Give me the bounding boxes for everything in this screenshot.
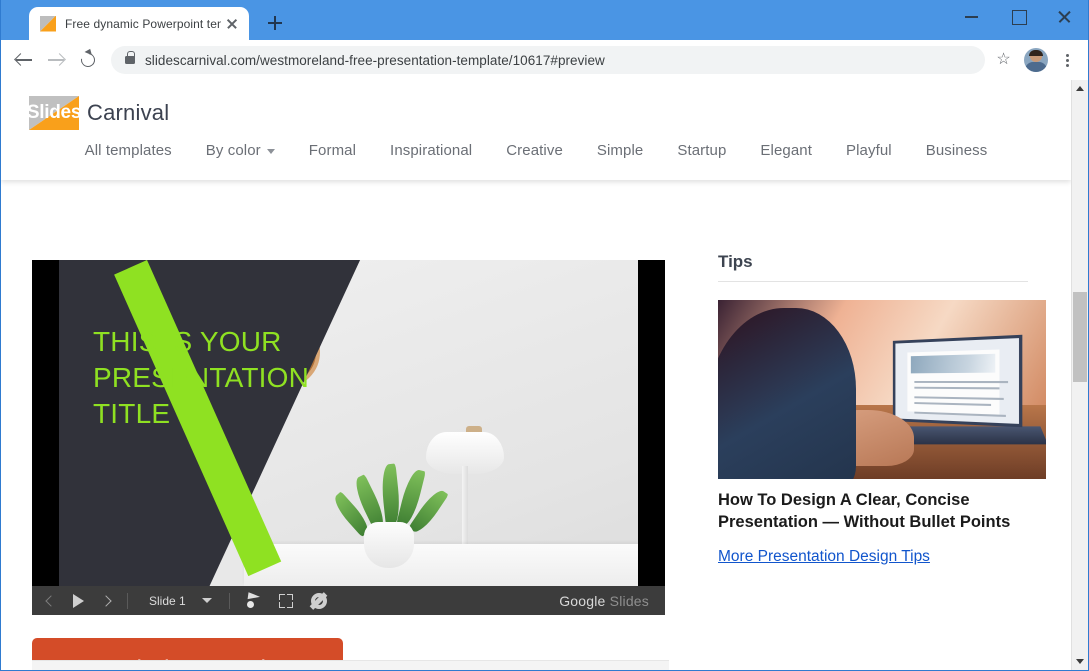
url-text: slidescarnival.com/westmoreland-free-pre… — [145, 52, 605, 68]
gear-icon — [310, 592, 327, 609]
nav-label: Elegant — [760, 142, 812, 159]
close-icon[interactable] — [223, 15, 241, 33]
nav-label: By color — [205, 142, 261, 159]
divider — [228, 592, 230, 609]
back-button[interactable] — [9, 45, 39, 75]
slide-selector[interactable]: Slide 1 — [136, 586, 221, 615]
browser-titlebar: Free dynamic Powerpoint templa — [1, 0, 1088, 40]
nav-item-simple[interactable]: Simple — [580, 136, 660, 165]
close-icon[interactable] — [1042, 0, 1088, 32]
slide-canvas: THIS IS YOUR PRESENTATION TITLE — [59, 260, 638, 586]
site-logo[interactable]: Slides Carnival — [29, 96, 169, 130]
nav-item-all-templates[interactable]: All templates — [68, 136, 189, 165]
page-scrollbar[interactable] — [1071, 80, 1088, 670]
nav-item-startup[interactable]: Startup — [660, 136, 743, 165]
nav-item-playful[interactable]: Playful — [829, 136, 909, 165]
bookmark-star-icon[interactable]: ☆ — [995, 52, 1012, 68]
page-viewport: Slides Carnival All templates By color F… — [1, 80, 1088, 670]
person — [718, 308, 856, 479]
nav-label: Inspirational — [390, 142, 473, 159]
reload-icon — [78, 50, 98, 70]
slide-title: THIS IS YOUR PRESENTATION TITLE — [93, 326, 310, 429]
scroll-down-arrow-icon[interactable] — [1072, 653, 1088, 670]
potted-plant — [364, 522, 415, 568]
nav-item-inspirational[interactable]: Inspirational — [373, 136, 489, 165]
more-design-tips-link[interactable]: More Presentation Design Tips — [718, 548, 930, 566]
logo-mark-text: Slides — [29, 102, 79, 123]
previous-slide-button[interactable] — [38, 586, 64, 615]
play-icon — [73, 593, 84, 608]
tab-title: Free dynamic Powerpoint templa — [65, 16, 221, 31]
sidebar-heading: Tips — [718, 252, 753, 271]
player-controls: Slide 1 Google Slides — [32, 586, 665, 615]
laptop-screen — [892, 334, 1023, 428]
nav-item-elegant[interactable]: Elegant — [743, 136, 829, 165]
brand-google: Google — [559, 592, 606, 609]
browser-tab[interactable]: Free dynamic Powerpoint templa — [29, 7, 249, 40]
nav-label: Business — [925, 142, 988, 159]
forward-arrow-icon — [41, 45, 71, 75]
tab-strip: Free dynamic Powerpoint templa — [1, 0, 289, 40]
maximize-icon[interactable] — [996, 0, 1042, 32]
minimize-icon[interactable] — [950, 0, 996, 32]
chevron-down-icon — [266, 148, 275, 154]
browser-toolbar: slidescarnival.com/westmoreland-free-pre… — [1, 40, 1088, 80]
nav-label: Simple — [596, 142, 644, 159]
nav-item-by-color[interactable]: By color — [189, 136, 292, 165]
chevron-down-icon — [201, 598, 212, 603]
slidescarnival-logo-icon: Slides — [29, 96, 79, 130]
address-bar[interactable]: slidescarnival.com/westmoreland-free-pre… — [111, 46, 985, 74]
nav-label: All templates — [84, 142, 172, 159]
back-arrow-icon — [9, 45, 39, 75]
nav-label: Creative — [506, 142, 563, 159]
new-tab-button[interactable] — [261, 9, 289, 37]
main-content: THIS IS YOUR PRESENTATION TITLE Slide 1 — [1, 180, 1071, 670]
slide-number-label: Slide 1 — [149, 593, 186, 608]
site-header: Slides Carnival All templates By color F… — [1, 80, 1071, 180]
nav-item-formal[interactable]: Formal — [292, 136, 373, 165]
nav-item-creative[interactable]: Creative — [489, 136, 580, 165]
fullscreen-icon — [278, 593, 293, 608]
laser-pointer-icon — [246, 593, 261, 608]
article-title[interactable]: How To Design A Clear, Concise Presentat… — [718, 490, 1036, 534]
scrollbar-thumb[interactable] — [1073, 292, 1087, 382]
avatar[interactable] — [1024, 48, 1048, 72]
site-nav: All templates By color Formal Inspiratio… — [1, 136, 1071, 165]
fullscreen-button[interactable] — [270, 586, 302, 615]
settings-button[interactable] — [302, 586, 336, 615]
browser-window: Free dynamic Powerpoint templa slidescar… — [0, 0, 1089, 671]
forward-button[interactable] — [41, 45, 71, 75]
laser-pointer-button[interactable] — [238, 586, 270, 615]
page-content: Slides Carnival All templates By color F… — [1, 80, 1071, 670]
window-controls — [950, 0, 1088, 32]
nav-label: Playful — [845, 142, 892, 159]
nav-label: Formal — [308, 142, 357, 159]
nav-label: Startup — [677, 142, 727, 159]
lock-icon — [125, 51, 135, 64]
slide-preview-player[interactable]: THIS IS YOUR PRESENTATION TITLE Slide 1 — [32, 260, 665, 615]
scroll-up-arrow-icon[interactable] — [1072, 80, 1088, 97]
three-dot-menu-icon[interactable] — [1054, 47, 1080, 73]
reload-button[interactable] — [73, 45, 103, 75]
divider — [718, 281, 1028, 282]
bottom-panel — [32, 660, 669, 670]
brand-slides: Slides — [609, 592, 649, 609]
chevron-right-icon — [100, 594, 112, 607]
article-thumbnail[interactable] — [718, 300, 1046, 479]
slidescarnival-favicon-icon — [40, 15, 56, 32]
next-slide-button[interactable] — [93, 586, 119, 615]
nav-item-business[interactable]: Business — [909, 136, 1005, 165]
divider — [127, 592, 128, 609]
logo-word: Carnival — [87, 100, 170, 125]
google-slides-brand: Google Slides — [559, 593, 659, 609]
chevron-left-icon — [45, 594, 57, 607]
play-button[interactable] — [64, 586, 93, 615]
